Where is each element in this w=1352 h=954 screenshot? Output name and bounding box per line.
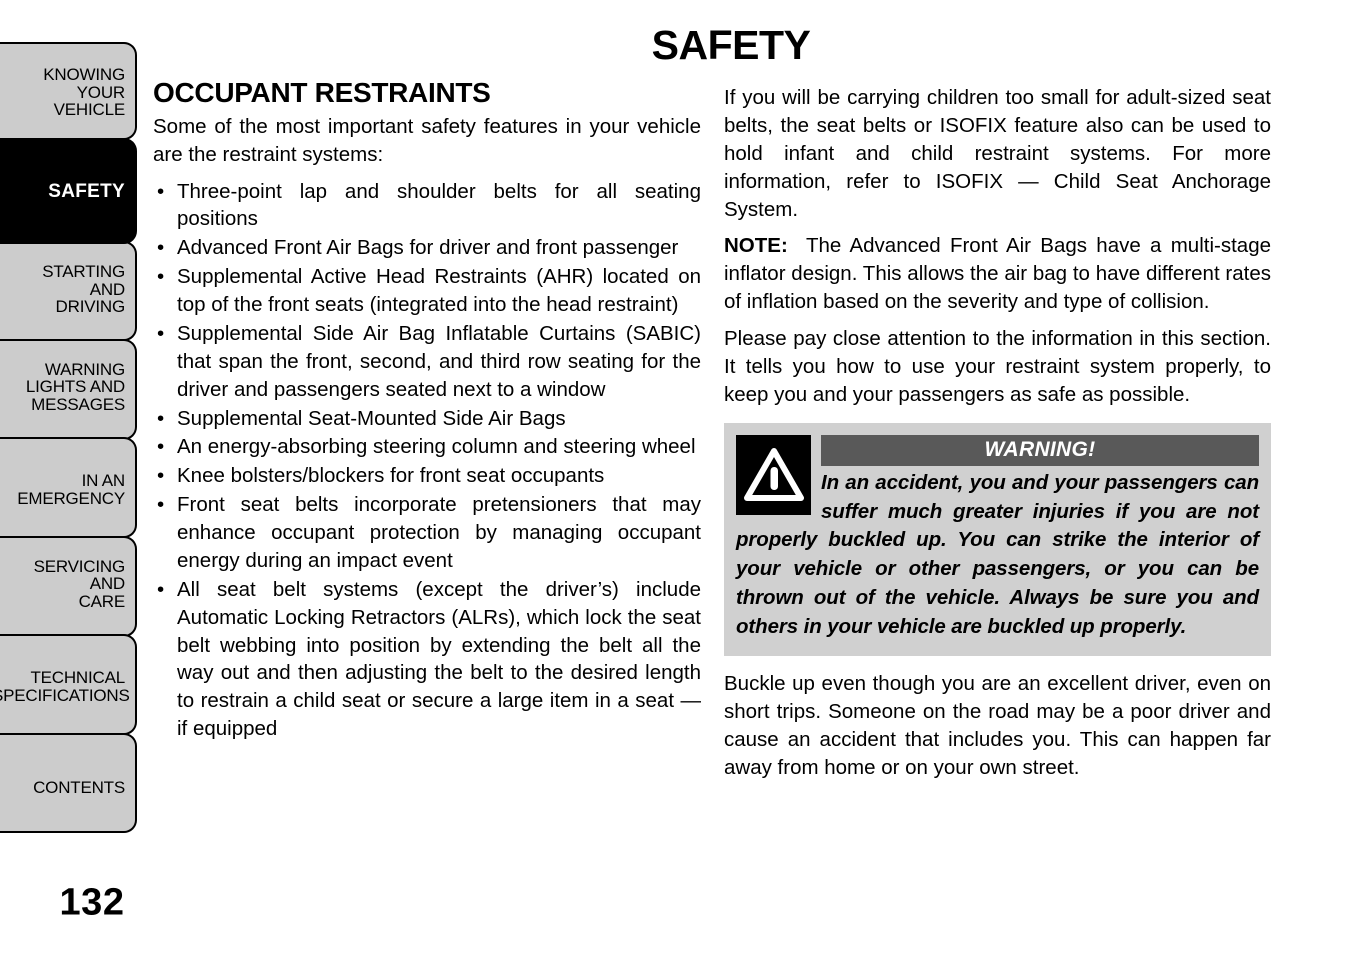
buckle-up-paragraph: Buckle up even though you are an excelle… [724,671,1271,779]
warning-triangle-icon [736,434,811,515]
sidebar-tab-label: TECHNICAL [30,668,125,687]
left-text-column: OCCUPANT RESTRAINTS Some of the most imp… [153,77,701,744]
section-heading-occupant-restraints: OCCUPANT RESTRAINTS [153,77,491,108]
warning-body-text: In an accident, you and your passengers … [736,470,1259,639]
section-tabs-sidebar: KNOWING YOUR VEHICLE SAFETY STARTING AND… [0,42,137,833]
sidebar-tab-label: MESSAGES [31,394,125,414]
sidebar-tab-safety[interactable]: SAFETY [0,137,137,244]
sidebar-tab-label: SAFETY [48,180,125,202]
sidebar-tab-starting-and-driving[interactable]: STARTING AND DRIVING [0,241,137,341]
list-item: Supplemental Side Air Bag Inflatable Cur… [153,320,701,404]
page-title: SAFETY [651,22,811,68]
note-paragraph: NOTE: The Advanced Front Air Bags have a… [724,232,1271,316]
sidebar-tab-label: SERVICING [33,556,126,576]
sidebar-tab-label: CARE [78,591,126,611]
list-item: Knee bolsters/blockers for front seat oc… [153,462,701,490]
attention-paragraph: Please pay close attention to the inform… [724,327,1271,406]
note-label: NOTE: [724,234,788,258]
sidebar-tab-label: IN AN [81,471,126,490]
sidebar-tab-label: LIGHTS AND [25,377,125,396]
warning-banner-label: WARNING! [821,434,1259,466]
sidebar-tab-label: AND [89,279,125,299]
sidebar-tab-label: CONTENTS [33,777,125,797]
intro-paragraph: Some of the most important safety featur… [153,114,701,166]
isofix-paragraph: If you will be carrying children too sma… [724,86,1271,221]
sidebar-tab-label: EMERGENCY [17,488,125,508]
sidebar-tab-label: SPECIFICATIONS [0,685,130,705]
sidebar-tab-label: YOUR [76,82,126,102]
sidebar-tab-label: DRIVING [55,297,126,316]
list-item: An energy-absorbing steering column and … [153,433,701,461]
list-item: Three-point lap and shoulder belts for a… [153,178,701,234]
sidebar-tab-label: VEHICLE [53,100,126,119]
sidebar-tab-label: AND [89,574,125,593]
page-number: 132 [59,881,125,924]
sidebar-tab-label: STARTING [42,262,125,281]
warning-callout-box: WARNING! In an accident, you and your pa… [724,422,1271,656]
sidebar-tab-technical-specifications[interactable]: TECHNICAL SPECIFICATIONS [0,634,137,735]
sidebar-tab-servicing-and-care[interactable]: SERVICING AND CARE [0,535,137,637]
restraint-features-list: Three-point lap and shoulder belts for a… [153,178,701,744]
right-text-column: If you will be carrying children too sma… [724,84,1271,790]
list-item: Advanced Front Air Bags for driver and f… [153,234,701,262]
list-item: Supplemental Active Head Restraints (AHR… [153,263,701,319]
list-item: Supplemental Seat-Mounted Side Air Bags [153,405,701,433]
list-item: All seat belt systems (except the driver… [153,576,701,743]
sidebar-tab-in-an-emergency[interactable]: IN AN EMERGENCY [0,437,137,538]
sidebar-tab-contents[interactable]: CONTENTS [0,732,137,833]
note-text: The Advanced Front Air Bags have a multi… [724,234,1271,314]
list-item: Front seat belts incorporate pretensione… [153,491,701,575]
sidebar-tab-warning-lights-and-messages[interactable]: WARNING LIGHTS AND MESSAGES [0,338,137,440]
sidebar-tab-label: WARNING [44,359,125,379]
